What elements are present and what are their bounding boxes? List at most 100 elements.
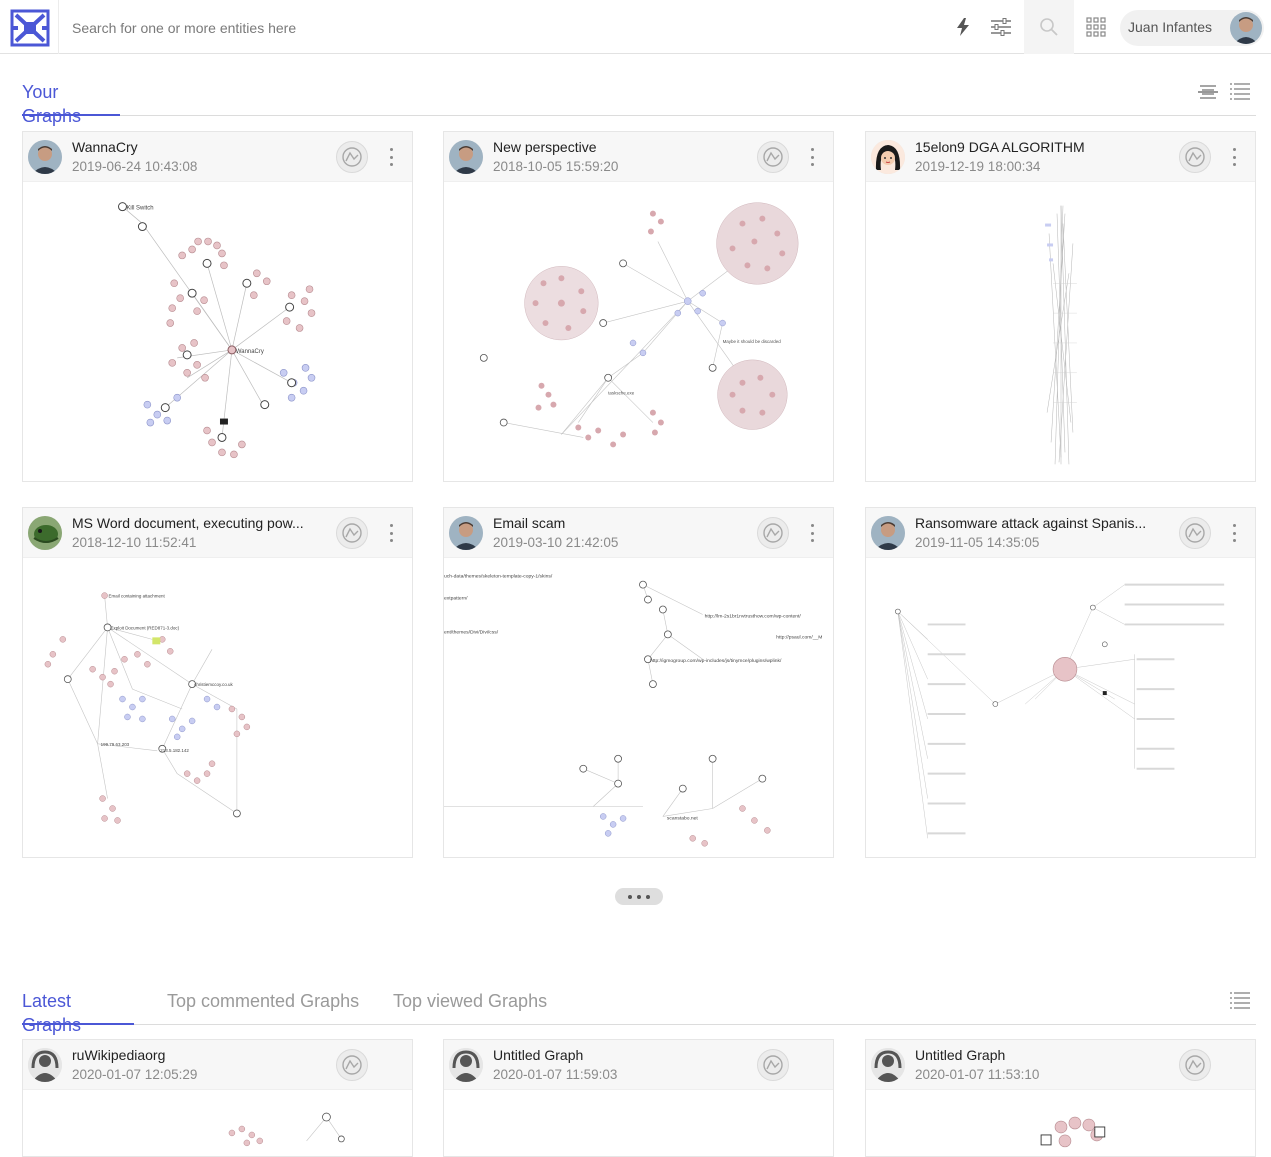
card-title[interactable]: Untitled Graph [915,1047,1165,1063]
card-header: MS Word document, executing pow... 2018-… [23,508,412,558]
graph-node-label: Email containing attachment [109,594,166,599]
graph-node-label: 199.79.63.203 [101,742,130,747]
card-header: ruWikipediaorg 2020-01-07 12:05:29 [23,1040,412,1090]
avatar [449,140,483,174]
graph-badge-icon [757,517,789,549]
card-date: 2019-12-19 18:00:34 [915,159,1041,174]
card-date: 2019-03-10 21:42:05 [493,535,619,550]
lightning-icon[interactable] [950,14,976,40]
kebab-menu-icon[interactable] [1230,148,1238,166]
tab-top-viewed-graphs[interactable]: Top viewed Graphs [393,989,547,1025]
sliders-icon[interactable] [988,14,1014,40]
avatar [28,1048,62,1082]
top-bar: Juan Infantes [0,0,1271,54]
your-graphs-header: Your Graphs [22,80,1256,126]
graph-preview[interactable] [866,183,1255,481]
card-title[interactable]: New perspective [493,139,743,155]
card-date: 2020-01-07 11:59:03 [493,1067,618,1082]
divider [58,0,59,54]
graph-node-label: tasksche.exe [608,391,635,396]
card-title[interactable]: 15elon9 DGA ALGORITHM [915,139,1165,155]
search-icon [1040,18,1058,36]
card-header: Ransomware attack against Spanis... 2019… [866,508,1255,558]
avatar [28,140,62,174]
graph-badge-icon [1179,517,1211,549]
avatar [449,1048,483,1082]
graph-preview[interactable]: Email containing attachment Exploit Docu… [23,559,412,857]
card-header: 15elon9 DGA ALGORITHM 2019-12-19 18:00:3… [866,132,1255,182]
graph-badge-icon [1179,141,1211,173]
avatar [871,516,905,550]
card-header: Untitled Graph 2020-01-07 11:53:10 [866,1040,1255,1090]
kebab-menu-icon[interactable] [808,524,816,542]
card-title[interactable]: Ransomware attack against Spanis... [915,515,1165,531]
graph-card[interactable]: New perspective 2018-10-05 15:59:20 Mayb… [443,131,834,482]
graph-card[interactable]: Untitled Graph 2020-01-07 11:59:03 [443,1039,834,1157]
graph-node-label: 213.5.182.142 [160,748,189,753]
list-view-icon[interactable] [1228,80,1252,104]
card-title[interactable]: Email scam [493,515,743,531]
compact-view-icon[interactable] [1196,80,1220,104]
graph-badge-icon [757,1049,789,1081]
card-header: Untitled Graph 2020-01-07 11:59:03 [444,1040,833,1090]
card-title[interactable]: Untitled Graph [493,1047,743,1063]
apps-grid-icon[interactable] [1083,14,1109,40]
avatar [871,1048,905,1082]
graph-node-label: Exploit Document (RED871-3.doc) [111,625,180,630]
card-date: 2020-01-07 11:53:10 [915,1067,1040,1082]
user-menu[interactable]: Juan Infantes [1120,10,1264,46]
graph-node-label: extpattern/ [444,596,468,602]
app-logo-icon[interactable] [10,9,50,47]
avatar [1230,12,1262,44]
graph-preview[interactable] [23,1091,412,1156]
card-title[interactable]: WannaCry [72,139,322,155]
graph-card[interactable]: Ransomware attack against Spanis... 2019… [865,507,1256,858]
graph-node-label: ent/themes/Divi/Divi/css/ [444,629,499,635]
graph-preview[interactable] [444,1091,833,1156]
kebab-menu-icon[interactable] [387,148,395,166]
graph-node-label: WannaCry [236,349,264,355]
graph-preview[interactable] [866,1091,1255,1156]
card-date: 2018-12-10 11:52:41 [72,535,197,550]
card-title[interactable]: ruWikipediaorg [72,1047,322,1063]
card-date: 2020-01-07 12:05:29 [72,1067,198,1082]
graph-card[interactable]: MS Word document, executing pow... 2018-… [22,507,413,858]
card-header: New perspective 2018-10-05 15:59:20 [444,132,833,182]
card-title[interactable]: MS Word document, executing pow... [72,515,322,531]
card-date: 2019-11-05 14:35:05 [915,535,1040,550]
graph-node-label: Maybe it should be discarded [723,339,782,344]
card-header: Email scam 2019-03-10 21:42:05 [444,508,833,558]
page-title[interactable]: Your Graphs [22,80,120,126]
card-date: 2019-06-24 10:43:08 [72,159,198,174]
search-button[interactable] [1024,0,1074,54]
graph-node-label: http://lm-2s1br1nvtrusthow.com/wp-conten… [705,613,802,619]
graph-badge-icon [336,141,368,173]
graph-preview[interactable]: http://lm-2s1br1nvtrusthow.com/wp-conten… [444,559,833,857]
avatar [871,140,905,174]
tab-top-commented-graphs[interactable]: Top commented Graphs [167,989,359,1025]
tab-latest-graphs[interactable]: Latest Graphs [22,989,134,1035]
list-view-icon[interactable] [1228,989,1252,1013]
avatar [449,516,483,550]
kebab-menu-icon[interactable] [1230,524,1238,542]
more-button[interactable] [615,888,663,905]
graph-badge-icon [1179,1049,1211,1081]
latest-graphs-header: Latest Graphs Top commented Graphs Top v… [22,989,1256,1035]
graph-preview[interactable]: Maybe it should be discarded tasksche.ex… [444,183,833,481]
graph-preview[interactable]: Kill Switch WannaCry [23,183,412,481]
graph-node-label: Kill Switch [126,206,153,212]
graph-preview[interactable] [866,559,1255,857]
graph-badge-icon [757,141,789,173]
kebab-menu-icon[interactable] [808,148,816,166]
user-name: Juan Infantes [1128,19,1213,35]
graph-badge-icon [336,1049,368,1081]
graph-card[interactable]: ruWikipediaorg 2020-01-07 12:05:29 [22,1039,413,1157]
graph-card[interactable]: Email scam 2019-03-10 21:42:05 http://lm… [443,507,834,858]
graph-card[interactable]: WannaCry 2019-06-24 10:43:08 Kill Switch… [22,131,413,482]
graph-card[interactable]: 15elon9 DGA ALGORITHM 2019-12-19 18:00:3… [865,131,1256,482]
card-header: WannaCry 2019-06-24 10:43:08 [23,132,412,182]
kebab-menu-icon[interactable] [387,524,395,542]
search-input[interactable] [72,14,672,42]
graph-card[interactable]: Untitled Graph 2020-01-07 11:53:10 [865,1039,1256,1157]
graph-node-label: uch-data/themes/skeleton-template-copy-1… [444,574,553,580]
